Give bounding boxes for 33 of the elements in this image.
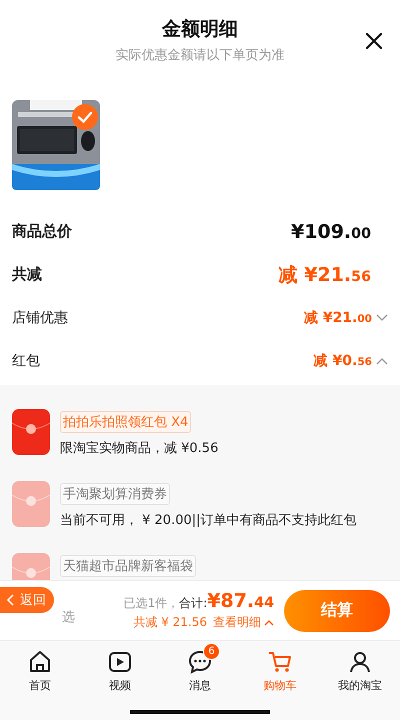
count-badge: 6 <box>203 643 220 660</box>
cart-icon <box>267 649 293 675</box>
close-icon <box>365 32 383 50</box>
saved-amount: 共减 ¥ 21.56 <box>133 614 207 631</box>
sheet-subtitle: 实际优惠金额请以下单页为准 <box>116 47 284 64</box>
packet-note: 限淘宝实物商品，减 ¥0.56 <box>60 440 218 457</box>
select-all-label: 选 <box>62 608 75 626</box>
play-icon <box>107 649 133 675</box>
tab[interactable]: 我的淘宝 <box>320 641 400 704</box>
total-label: 合计: <box>179 595 208 612</box>
row-label: 店铺优惠 <box>12 308 68 326</box>
total-amount: ¥87.44 <box>207 590 274 612</box>
chevron-up-icon <box>264 619 274 626</box>
chevron-left-icon <box>6 594 14 606</box>
packet-tag: 拍拍乐拍照领红包 X4 <box>60 411 192 433</box>
packet-tag: 手淘聚划算消费券 <box>60 483 170 505</box>
row-label: 商品总价 <box>12 222 72 241</box>
amount-text: ¥109.00 <box>291 220 371 242</box>
amount-text: 减 ¥21.00 <box>304 308 372 326</box>
row-label: 红包 <box>12 352 40 370</box>
tab[interactable]: 首页 <box>0 641 80 704</box>
amount-text: 减 ¥21.56 <box>278 262 371 288</box>
packet-tag: 天猫超市品牌新客福袋 <box>60 555 196 577</box>
tab[interactable]: 6 消息 <box>160 641 240 704</box>
home-icon <box>27 649 53 675</box>
sheet-title: 金额明细 <box>162 17 238 42</box>
selected-count: 已选1件， <box>124 595 180 612</box>
packet-note: 当前不可用， ¥ 20.00||订单中有商品不支持此红包 <box>60 512 357 529</box>
person-icon <box>347 649 373 675</box>
amount-text: 减 ¥0.56 <box>314 352 372 370</box>
tab[interactable]: 视频 <box>80 641 160 704</box>
close-button[interactable] <box>365 32 383 50</box>
row-label: 共减 <box>12 265 42 284</box>
